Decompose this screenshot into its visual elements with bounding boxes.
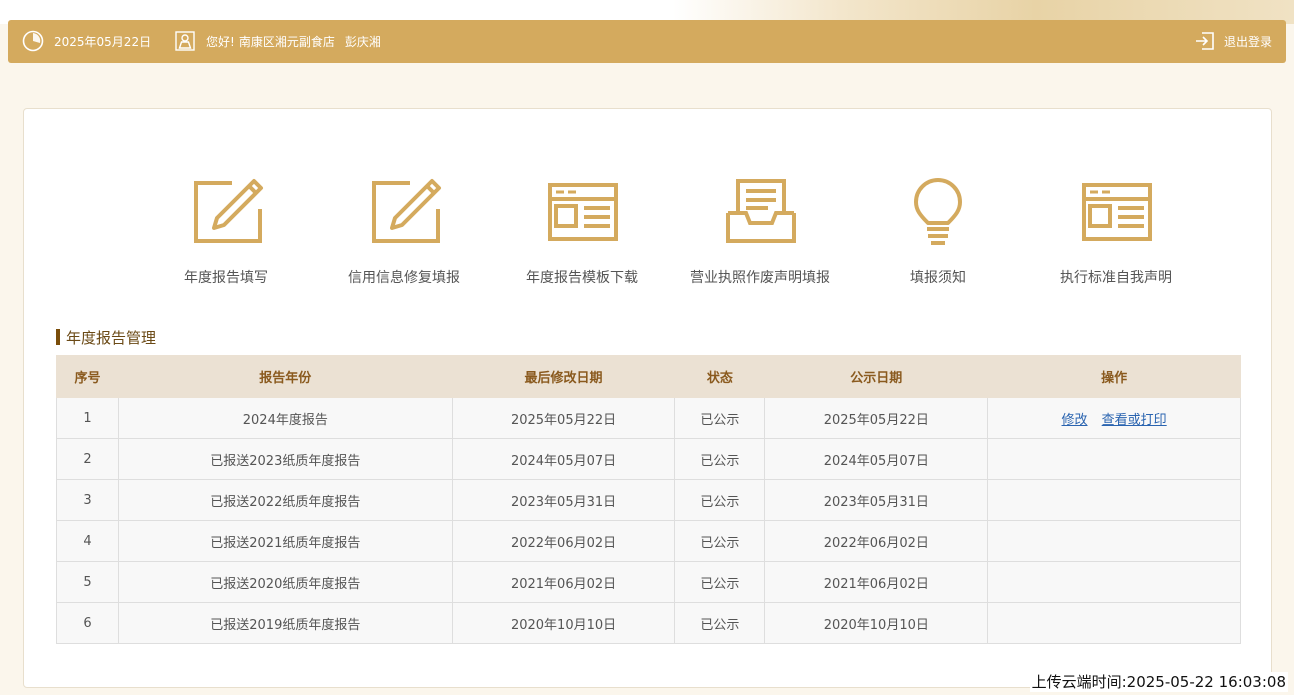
cell-index: 2 — [56, 438, 119, 480]
cell-year: 已报送2020纸质年度报告 — [117, 561, 453, 603]
cell-year: 2024年度报告 — [117, 397, 453, 439]
col-header-year: 报告年份 — [117, 355, 453, 398]
person-name: 彭庆湘 — [344, 34, 381, 49]
table-row: 5 已报送2020纸质年度报告 2021年06月02日 已公示 2021年06月… — [56, 561, 1241, 603]
lightbulb-icon — [914, 178, 962, 245]
tool-fill-notice[interactable]: 填报须知 — [849, 175, 1027, 295]
template-icon — [548, 183, 618, 241]
cell-status: 已公示 — [674, 602, 766, 644]
top-header-bar: 2025年05月22日 您好! 南康区湘元副食店 彭庆湘 退出登录 — [8, 20, 1286, 63]
cell-publish: 2021年06月02日 — [764, 561, 989, 603]
greeting-text: 您好! — [206, 34, 235, 49]
cell-modified: 2020年10月10日 — [451, 602, 676, 644]
cell-modified: 2022年06月02日 — [451, 520, 676, 562]
tool-label: 年度报告填写 — [184, 270, 268, 286]
cell-actions — [987, 520, 1241, 562]
cell-publish: 2022年06月02日 — [764, 520, 989, 562]
table-row: 3 已报送2022纸质年度报告 2023年05月31日 已公示 2023年05月… — [56, 479, 1241, 521]
tool-label: 年度报告模板下载 — [526, 270, 638, 286]
cell-publish: 2020年10月10日 — [764, 602, 989, 644]
main-panel: 年度报告填写 信用信息修复填报 年度报告模板下载 营业执照作废声明填报 填报须知… — [23, 108, 1272, 688]
date-text: 2025年05月22日 — [54, 34, 152, 49]
user-icon — [174, 30, 196, 52]
col-header-index: 序号 — [56, 355, 119, 398]
edit-icon — [372, 179, 441, 243]
view-print-link[interactable]: 查看或打印 — [1102, 413, 1167, 428]
tool-label: 填报须知 — [910, 270, 966, 286]
tool-standard-declaration[interactable]: 执行标准自我声明 — [1027, 175, 1205, 295]
cell-status: 已公示 — [674, 479, 766, 521]
logout-label: 退出登录 — [1223, 34, 1272, 49]
cell-index: 1 — [56, 397, 119, 439]
cell-year: 已报送2023纸质年度报告 — [117, 438, 453, 480]
cell-publish: 2024年05月07日 — [764, 438, 989, 480]
tool-label: 执行标准自我声明 — [1060, 270, 1172, 286]
header-date: 2025年05月22日 — [22, 30, 151, 52]
clock-icon — [22, 30, 44, 52]
cell-actions: 修改 查看或打印 — [987, 397, 1241, 439]
cell-year: 已报送2021纸质年度报告 — [117, 520, 453, 562]
logout-icon — [1194, 30, 1216, 52]
tool-menu: 年度报告填写 信用信息修复填报 年度报告模板下载 营业执照作废声明填报 填报须知… — [137, 175, 1207, 295]
cell-index: 4 — [56, 520, 119, 562]
cell-modified: 2021年06月02日 — [451, 561, 676, 603]
cell-modified: 2025年05月22日 — [451, 397, 676, 439]
col-header-actions: 操作 — [987, 355, 1241, 398]
col-header-modified: 最后修改日期 — [451, 355, 676, 398]
cell-status: 已公示 — [674, 561, 766, 603]
col-header-status: 状态 — [674, 355, 766, 398]
logout-button[interactable]: 退出登录 — [1194, 30, 1272, 52]
table-row: 6 已报送2019纸质年度报告 2020年10月10日 已公示 2020年10月… — [56, 602, 1241, 644]
section-title-bar — [56, 329, 60, 345]
tool-license-void[interactable]: 营业执照作废声明填报 — [671, 175, 849, 295]
cell-status: 已公示 — [674, 397, 766, 439]
header-greeting: 您好! 南康区湘元副食店 彭庆湘 — [174, 30, 381, 52]
report-table: 序号 报告年份 最后修改日期 状态 公示日期 操作 1 2024年度报告 202… — [56, 355, 1241, 644]
cell-modified: 2023年05月31日 — [451, 479, 676, 521]
cell-index: 5 — [56, 561, 119, 603]
edit-link[interactable]: 修改 — [1062, 413, 1088, 428]
cell-publish: 2025年05月22日 — [764, 397, 989, 439]
col-header-publish: 公示日期 — [764, 355, 989, 398]
cell-index: 3 — [56, 479, 119, 521]
inbox-icon — [726, 179, 796, 243]
table-row: 4 已报送2021纸质年度报告 2022年06月02日 已公示 2022年06月… — [56, 520, 1241, 562]
cell-status: 已公示 — [674, 520, 766, 562]
tool-annual-report-fill[interactable]: 年度报告填写 — [137, 175, 315, 295]
tool-label: 信用信息修复填报 — [348, 270, 460, 286]
table-header-row: 序号 报告年份 最后修改日期 状态 公示日期 操作 — [56, 355, 1241, 398]
tool-credit-repair[interactable]: 信用信息修复填报 — [315, 175, 493, 295]
template-icon — [1082, 183, 1152, 241]
table-row: 2 已报送2023纸质年度报告 2024年05月07日 已公示 2024年05月… — [56, 438, 1241, 480]
table-row: 1 2024年度报告 2025年05月22日 已公示 2025年05月22日 修… — [56, 397, 1241, 439]
tool-label: 营业执照作废声明填报 — [690, 270, 830, 286]
cell-actions — [987, 438, 1241, 480]
cell-actions — [987, 479, 1241, 521]
cell-status: 已公示 — [674, 438, 766, 480]
section-title: 年度报告管理 — [56, 327, 156, 347]
upload-time-stamp: 上传云端时间:2025-05-22 16:03:08 — [1029, 672, 1288, 692]
cell-year: 已报送2022纸质年度报告 — [117, 479, 453, 521]
company-name: 南康区湘元副食店 — [238, 34, 335, 49]
cell-modified: 2024年05月07日 — [451, 438, 676, 480]
cell-index: 6 — [56, 602, 119, 644]
edit-icon — [194, 179, 263, 243]
cell-publish: 2023年05月31日 — [764, 479, 989, 521]
tool-template-download[interactable]: 年度报告模板下载 — [493, 175, 671, 295]
cell-actions — [987, 602, 1241, 644]
cell-actions — [987, 561, 1241, 603]
cell-year: 已报送2019纸质年度报告 — [117, 602, 453, 644]
section-title-text: 年度报告管理 — [66, 328, 157, 347]
